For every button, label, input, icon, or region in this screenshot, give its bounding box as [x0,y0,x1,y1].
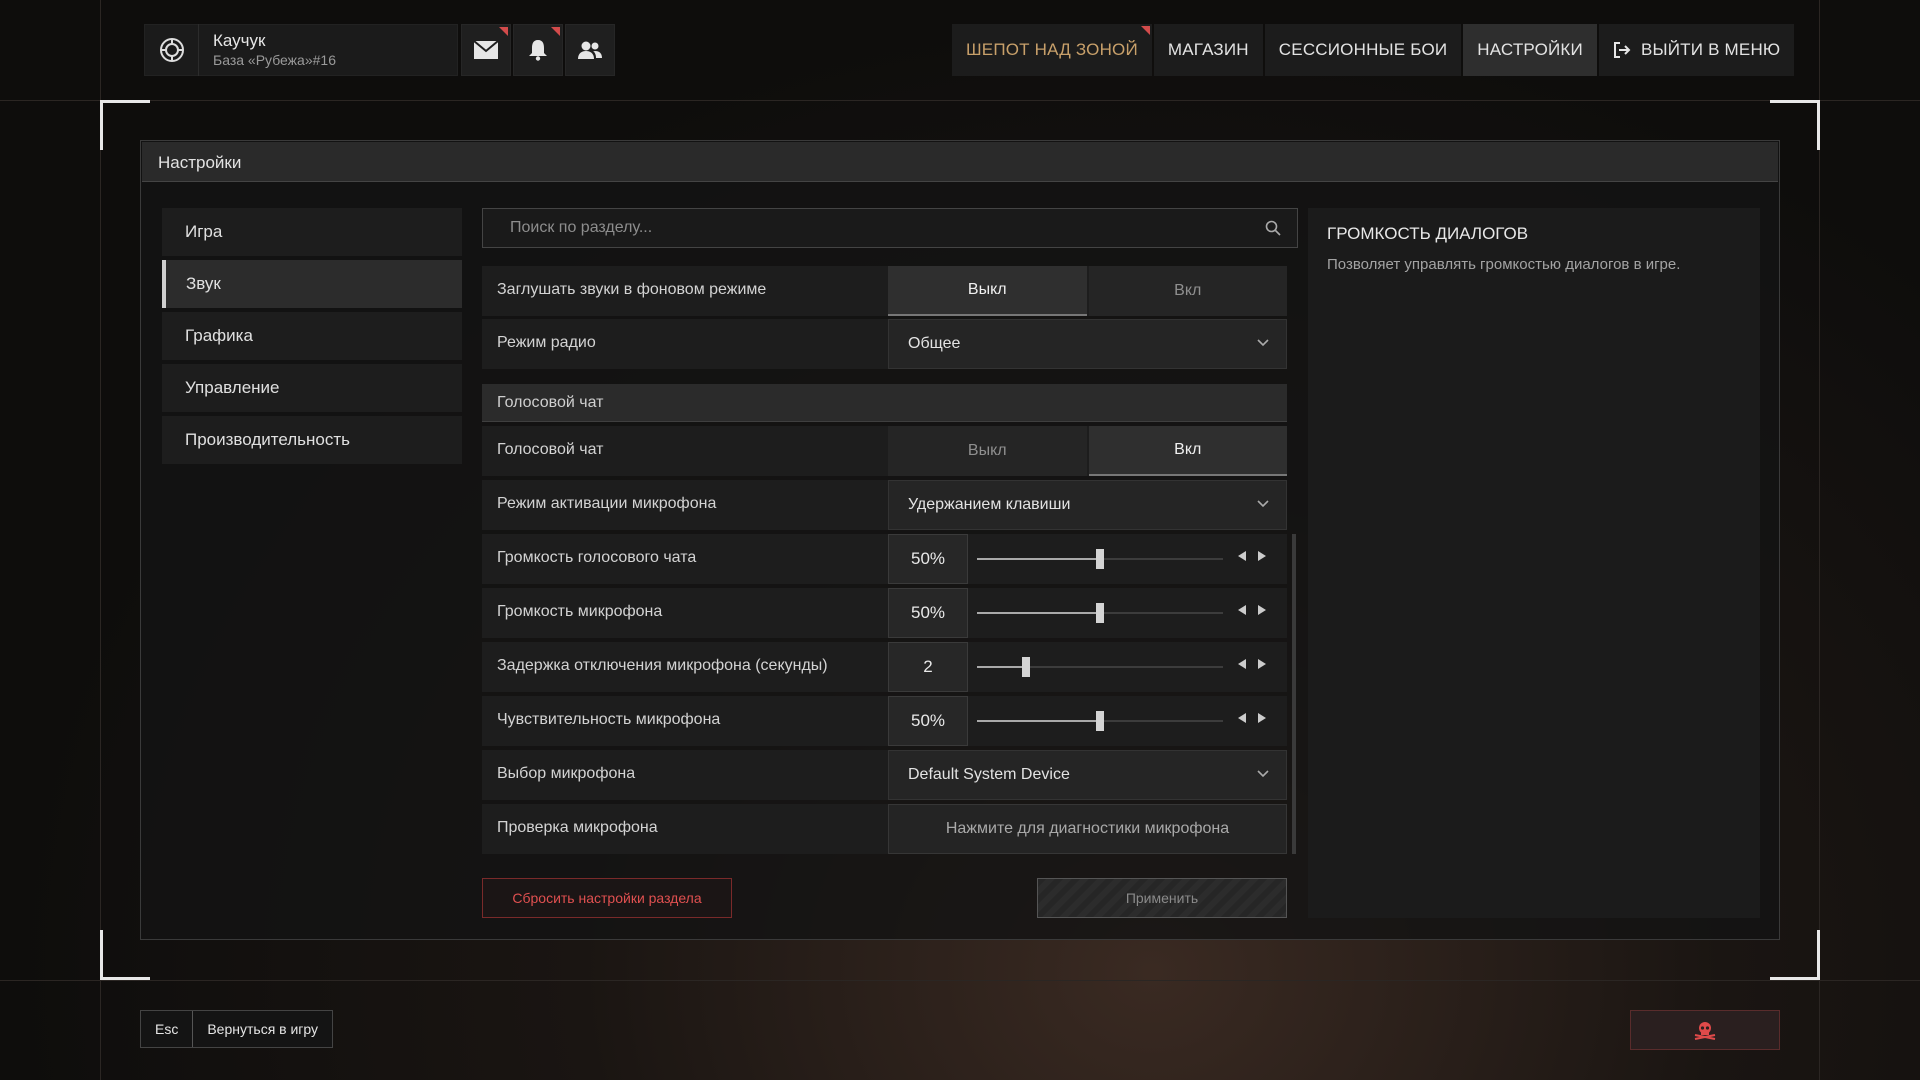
profile-base: База «Рубежа»#16 [213,52,336,68]
mute-bg-toggle: Выкл Вкл [888,266,1287,316]
setting-label: Проверка микрофона [497,819,658,836]
mail-icon [473,40,499,59]
search-icon[interactable] [1265,220,1281,236]
setting-label: Задержка отключения микрофона (секунды) [497,657,828,674]
setting-row-voice-chat: Голосовой чат Выкл Вкл [482,426,1287,476]
reset-section-button[interactable]: Сбросить настройки раздела [482,878,732,918]
chevron-down-icon [1257,770,1269,778]
voice-chat-on-option[interactable]: Вкл [1088,426,1287,476]
setting-label: Режим радио [497,334,596,351]
nav-shop[interactable]: МАГАЗИН [1153,24,1263,76]
panel-title: Настройки [142,142,1778,182]
back-to-game-button[interactable]: Esc Вернуться в игру [140,1010,334,1048]
arrow-right-icon[interactable] [1257,604,1267,616]
setting-row-mic-select: Выбор микрофона Default System Device [482,750,1287,800]
mic-delay-slider[interactable] [977,657,1223,677]
chevron-down-icon [1257,339,1269,347]
setting-row-mic-sensitivity: Чувствительность микрофона 50% [482,696,1287,746]
section-header-voice-chat: Голосовой чат [482,384,1287,422]
emblem-icon [145,24,199,76]
nav-exit-label: ВЫЙТИ В МЕНЮ [1640,40,1781,59]
slider-thumb[interactable] [1096,549,1104,569]
arrow-right-icon[interactable] [1257,712,1267,724]
setting-row-mic-volume: Громкость микрофона 50% [482,588,1287,638]
voice-chat-toggle: Выкл Вкл [888,426,1287,476]
voice-volume-slider[interactable] [977,549,1223,569]
back-to-game-label: Вернуться в игру [207,1021,319,1037]
arrow-right-icon[interactable] [1257,550,1267,562]
bell-icon [529,40,547,61]
main-nav: ШЕПОТ НАД ЗОНОЙ МАГАЗИН СЕССИОННЫЕ БОИ Н… [952,24,1795,76]
sidebar-item-controls[interactable]: Управление [162,364,462,412]
setting-label: Громкость голосового чата [497,549,697,566]
arrow-right-icon[interactable] [1257,658,1267,670]
dropdown-value: Default System Device [908,766,1070,783]
setting-row-radio-mode: Режим радио Общее [482,319,1287,369]
setting-label: Чувствительность микрофона [497,711,721,728]
setting-row-mute-bg: Заглушать звуки в фоновом режиме Выкл Вк… [482,266,1287,316]
setting-label: Голосовой чат [497,441,604,458]
info-description: Позволяет управлять громкостью диалогов … [1327,256,1681,273]
info-panel: ГРОМКОСТЬ ДИАЛОГОВ Позволяет управлять г… [1308,208,1760,918]
nav-whisper[interactable]: ШЕПОТ НАД ЗОНОЙ [952,24,1152,76]
voice-chat-off-option[interactable]: Выкл [888,426,1087,476]
danger-button[interactable] [1630,1010,1780,1050]
mail-button[interactable] [461,24,511,76]
skull-icon [1694,1022,1716,1040]
slider-thumb[interactable] [1096,603,1104,623]
friends-icon [578,41,602,59]
mute-bg-off-option[interactable]: Выкл [888,266,1087,316]
sidebar-item-performance[interactable]: Производительность [162,416,462,464]
left-divider [100,0,101,1080]
dropdown-value: Общее [908,335,961,352]
profile-nickname: Каучук [213,31,266,50]
mute-bg-on-option[interactable]: Вкл [1088,266,1287,316]
setting-row-mic-delay: Задержка отключения микрофона (секунды) … [482,642,1287,692]
setting-label: Громкость микрофона [497,603,663,620]
slider-thumb[interactable] [1096,711,1104,731]
chevron-down-icon [1257,500,1269,508]
search-box [482,208,1298,248]
setting-row-mic-activation: Режим активации микрофона Удержанием кла… [482,480,1287,530]
settings-scrollbar[interactable] [1292,534,1296,854]
nav-exit-menu[interactable]: ВЫЙТИ В МЕНЮ [1598,24,1795,76]
esc-key-hint: Esc [141,1011,194,1047]
info-title: ГРОМКОСТЬ ДИАЛОГОВ [1327,224,1529,243]
exit-icon [1613,42,1631,58]
nav-session-battles[interactable]: СЕССИОННЫЕ БОИ [1264,24,1462,76]
right-divider [1819,0,1820,1080]
arrow-left-icon[interactable] [1237,712,1247,724]
friends-button[interactable] [565,24,615,76]
apply-button[interactable]: Применить [1037,878,1287,918]
sidebar-item-sound[interactable]: Звук [162,260,462,308]
setting-label: Режим активации микрофона [497,495,717,512]
mic-sensitivity-slider[interactable] [977,711,1223,731]
setting-label: Выбор микрофона [497,765,636,782]
mic-volume-slider[interactable] [977,603,1223,623]
mic-select-dropdown[interactable]: Default System Device [888,750,1287,800]
nav-settings[interactable]: НАСТРОЙКИ [1463,24,1597,76]
setting-row-voice-volume: Громкость голосового чата 50% [482,534,1287,584]
slider-thumb[interactable] [1022,657,1031,677]
top-divider [0,100,1920,101]
mic-volume-value[interactable]: 50% [888,588,968,638]
setting-label: Заглушать звуки в фоновом режиме [497,281,767,298]
mic-activation-dropdown[interactable]: Удержанием клавиши [888,480,1287,530]
mic-delay-value[interactable]: 2 [888,642,968,692]
profile-card[interactable]: Каучук База «Рубежа»#16 [144,24,458,76]
search-input[interactable] [483,209,1297,247]
sidebar-item-graphics[interactable]: Графика [162,312,462,360]
dropdown-value: Удержанием клавиши [908,496,1071,513]
mic-sensitivity-value[interactable]: 50% [888,696,968,746]
arrow-left-icon[interactable] [1237,604,1247,616]
voice-volume-value[interactable]: 50% [888,534,968,584]
sidebar-item-game[interactable]: Игра [162,208,462,256]
mic-diagnostics-button[interactable]: Нажмите для диагностики микрофона [888,804,1287,854]
arrow-left-icon[interactable] [1237,658,1247,670]
bottom-divider [0,980,1920,981]
arrow-left-icon[interactable] [1237,550,1247,562]
setting-row-mic-check: Проверка микрофона Нажмите для диагности… [482,804,1287,854]
notifications-button[interactable] [513,24,563,76]
radio-mode-dropdown[interactable]: Общее [888,319,1287,369]
